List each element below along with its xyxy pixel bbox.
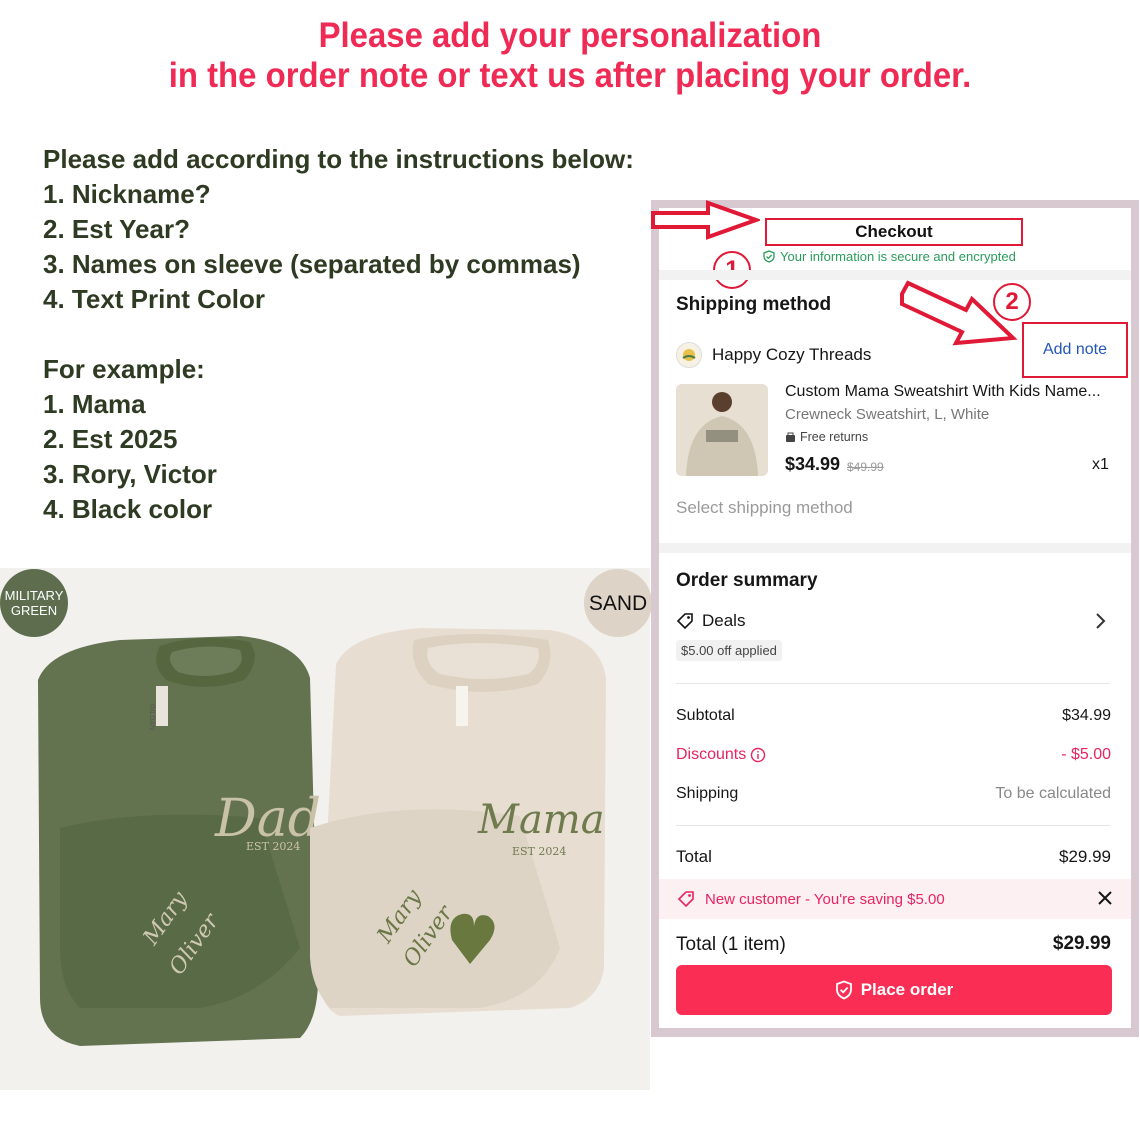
military-green-swatch: MILITARY GREEN (0, 569, 68, 637)
shop-name: Happy Cozy Threads (712, 345, 872, 364)
instruction-step: 3. Names on sleeve (separated by commas) (43, 249, 581, 279)
instructions-intro: Please add according to the instructions… (43, 144, 634, 174)
place-order-label: Place order (860, 980, 954, 999)
left-tag: GILDAN (148, 704, 155, 730)
tag-icon (676, 613, 693, 630)
total-items-count: (1 item) (721, 934, 786, 955)
example-item: 1. Mama (43, 389, 146, 419)
deals-label: Deals (702, 611, 746, 630)
instruction-step: 4. Text Print Color (43, 284, 265, 314)
example-item: 2. Est 2025 (43, 424, 178, 454)
secure-text: Your information is secure and encrypted (780, 249, 1016, 264)
right-chest-est: EST 2024 (512, 845, 566, 858)
secure-notice: Your information is secure and encrypted (763, 249, 1043, 264)
discounts-label: Discounts (676, 746, 747, 763)
subtotal-label: Subtotal (676, 707, 735, 724)
total-value: $29.99 (1059, 847, 1111, 866)
shield-check-icon (835, 980, 852, 1000)
product-photo: GILDAN Dad EST 2024 Mary Oliver Mama EST… (0, 568, 650, 1090)
free-returns-badge: Free returns (785, 430, 868, 444)
product-title[interactable]: Custom Mama Sweatshirt With Kids Name... (785, 383, 1115, 401)
headline-line-1: Please add your personalization (318, 16, 822, 55)
shield-check-icon (763, 250, 775, 263)
arrow-down-right-icon (900, 280, 1018, 346)
shipping-value: To be calculated (995, 785, 1111, 802)
info-icon[interactable] (750, 747, 766, 763)
shop-logo (676, 342, 702, 368)
instruction-step: 1. Nickname? (43, 179, 211, 209)
deal-applied-badge: $5.00 off applied (676, 640, 782, 661)
deals-row[interactable]: Deals (676, 611, 745, 631)
select-shipping-method[interactable]: Select shipping method (676, 498, 853, 518)
new-customer-text: New customer - You're saving $5.00 (705, 890, 945, 908)
product-old-price: $49.99 (847, 460, 884, 474)
example-item: 4. Black color (43, 494, 213, 524)
close-icon[interactable] (1093, 886, 1117, 910)
sand-swatch: SAND (584, 569, 652, 637)
instructions: Please add according to the instructions… (43, 142, 663, 527)
left-chest-est: EST 2024 (246, 840, 300, 853)
product-thumbnail (676, 384, 768, 476)
discounts-row: Discounts (676, 746, 766, 764)
discounts-value: - $5.00 (1061, 746, 1111, 763)
headline-line-2: in the order note or text us after placi… (168, 56, 972, 95)
order-summary-title: Order summary (676, 570, 818, 591)
sweatshirts-illustration: GILDAN Dad EST 2024 Mary Oliver Mama EST… (38, 628, 606, 1046)
place-order-button[interactable]: Place order (676, 965, 1112, 1015)
example-item: 3. Rory, Victor (43, 459, 217, 489)
new-customer-banner: New customer - You're saving $5.00 (659, 879, 1131, 919)
checkout-screenshot: Checkout Your information is secure and … (651, 200, 1139, 1037)
coupon-icon (677, 891, 694, 908)
add-note-button[interactable]: Add note (1022, 322, 1128, 378)
chevron-right-icon[interactable] (1093, 611, 1107, 631)
product-quantity: x1 (1092, 456, 1109, 473)
swatch-label: GREEN (10, 603, 58, 618)
right-chest-word: Mama (477, 797, 605, 843)
shipping-label: Shipping (676, 785, 739, 802)
shop-row: Happy Cozy Threads (676, 342, 871, 368)
total-items-value: $29.99 (1052, 933, 1111, 954)
total-label: Total (676, 847, 712, 866)
example-title: For example: (43, 354, 205, 384)
free-returns-text: Free returns (800, 430, 869, 444)
instruction-step: 2. Est Year? (43, 214, 190, 244)
shipping-method-title: Shipping method (676, 294, 832, 315)
checkout-title: Checkout (765, 218, 1023, 246)
headline: Please add your personalization in the o… (34, 16, 1106, 96)
total-items: Total (1 item) (676, 934, 786, 956)
total-items-label: Total (676, 934, 717, 955)
add-note-label: Add note (1042, 341, 1108, 358)
returns-icon (786, 432, 795, 442)
swatch-label: SAND (588, 591, 648, 615)
swatch-label: MILITARY (4, 588, 64, 603)
product-price: $34.99 (785, 454, 841, 474)
checkout-screen: Checkout Your information is secure and … (659, 208, 1131, 1028)
product-variant: Crewneck Sweatshirt, L, White (785, 406, 990, 423)
arrow-right-icon (651, 200, 760, 240)
subtotal-value: $34.99 (1062, 707, 1111, 724)
